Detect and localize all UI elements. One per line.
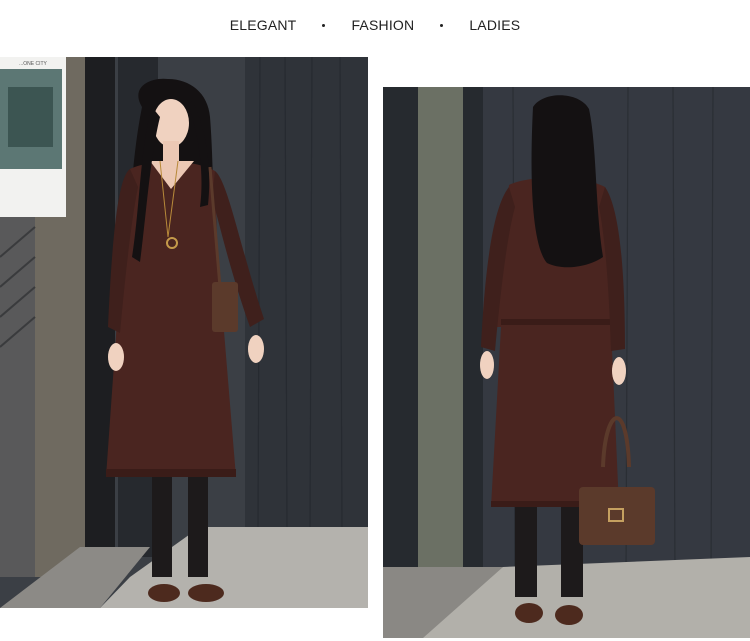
- poster-text: ...ONE CITY: [19, 61, 47, 67]
- back-view-illustration: [383, 87, 750, 638]
- product-page: ELEGANT FASHION LADIES ...ONE CITY: [0, 0, 750, 641]
- front-view-illustration: ...ONE CITY: [0, 57, 368, 608]
- stone-pillar: [418, 87, 463, 567]
- wood-wall-panel: [245, 57, 368, 527]
- product-photo-front: ...ONE CITY: [0, 57, 368, 608]
- tagline-word-ladies: LADIES: [469, 17, 521, 33]
- tagline-word-fashion: FASHION: [351, 17, 415, 33]
- bullet-separator: [440, 23, 444, 27]
- product-photo-back: [383, 87, 750, 638]
- tagline-header: ELEGANT FASHION LADIES: [0, 0, 750, 50]
- bullet-separator: [322, 23, 326, 27]
- tagline-word-elegant: ELEGANT: [229, 17, 297, 33]
